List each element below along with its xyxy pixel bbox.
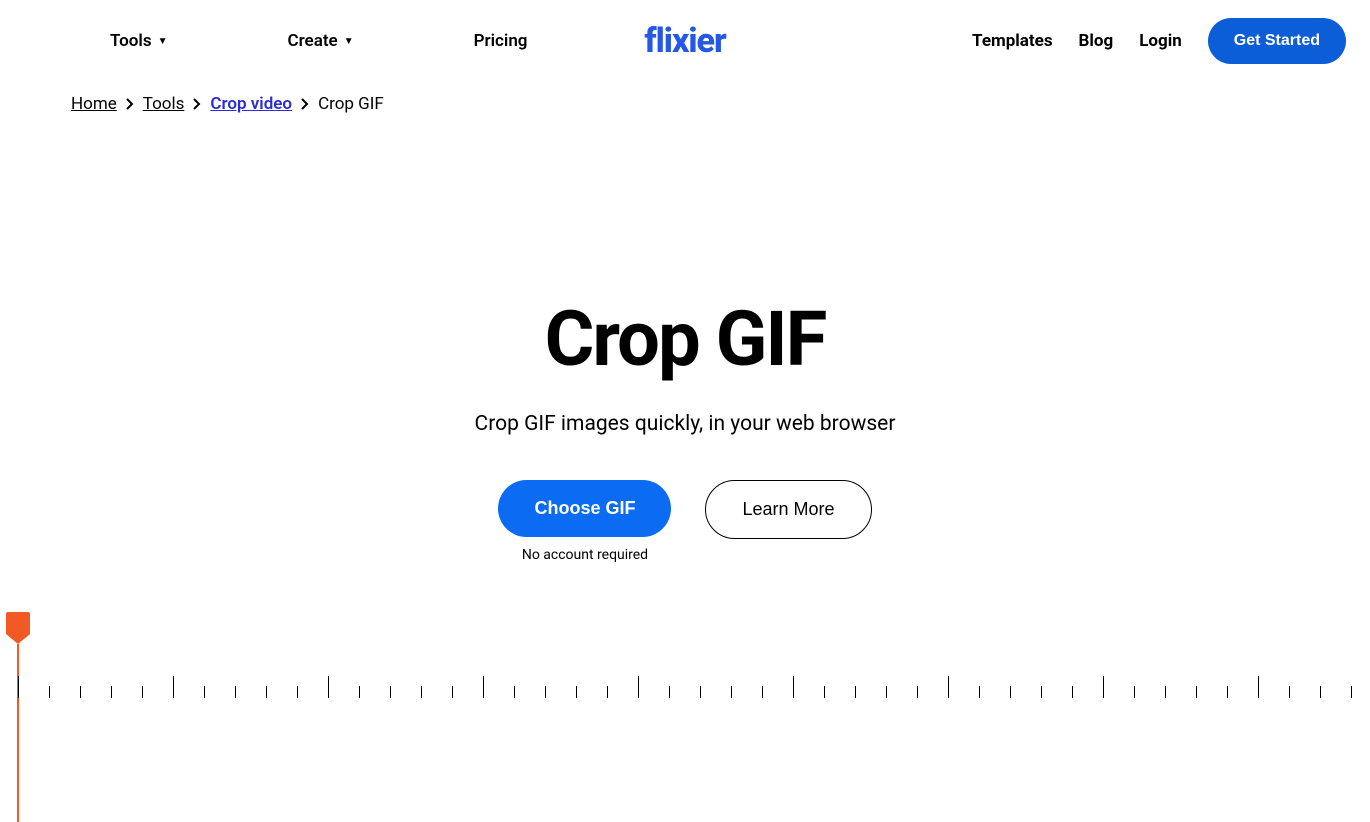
nav-tools-dropdown[interactable]: Tools ▼ (110, 31, 167, 51)
timeline[interactable] (0, 612, 1370, 822)
nav-create-label: Create (287, 31, 337, 51)
page-subtitle: Crop GIF images quickly, in your web bro… (0, 412, 1370, 436)
ruler-tick (514, 686, 515, 698)
ruler-tick (80, 686, 81, 698)
breadcrumb-tools[interactable]: Tools (143, 94, 185, 114)
ruler-tick (49, 686, 50, 698)
breadcrumb-current: Crop GIF (318, 94, 384, 114)
ruler-tick (297, 686, 298, 698)
ruler-tick (1134, 686, 1135, 698)
nav-tools-label: Tools (110, 31, 152, 51)
ruler-tick (824, 686, 825, 698)
ruler-tick (979, 686, 980, 698)
ruler-tick (917, 686, 918, 698)
ruler-tick (142, 686, 143, 698)
logo[interactable]: flixier (644, 21, 725, 61)
ruler-tick (1351, 686, 1352, 698)
playhead-line (17, 644, 19, 822)
page-title: Crop GIF (0, 294, 1370, 384)
ruler-tick (886, 686, 887, 698)
choose-gif-button[interactable]: Choose GIF (498, 480, 671, 537)
caret-down-icon: ▼ (158, 36, 168, 47)
nav-pricing-label: Pricing (474, 31, 528, 51)
ruler-tick (638, 676, 639, 698)
ruler-tick (1320, 686, 1321, 698)
nav-pricing-link[interactable]: Pricing (474, 31, 528, 51)
ruler-tick (421, 686, 422, 698)
ruler-tick (1103, 676, 1104, 698)
playhead-handle[interactable] (6, 612, 30, 634)
ruler-tick (1165, 686, 1166, 698)
nav-login-link[interactable]: Login (1139, 31, 1182, 51)
chevron-right-icon (300, 97, 310, 111)
ruler-tick (18, 676, 19, 698)
caret-down-icon: ▼ (344, 36, 354, 47)
nav-create-dropdown[interactable]: Create ▼ (287, 31, 353, 51)
learn-more-button[interactable]: Learn More (705, 480, 871, 539)
ruler-tick (607, 686, 608, 698)
ruler-tick (328, 676, 329, 698)
hero-section: Crop GIF Crop GIF images quickly, in you… (0, 294, 1370, 563)
breadcrumb-crop-video[interactable]: Crop video (210, 94, 292, 114)
nav-templates-link[interactable]: Templates (972, 31, 1053, 51)
ruler-tick (235, 686, 236, 698)
chevron-right-icon (125, 97, 135, 111)
ruler-tick (390, 686, 391, 698)
ruler-tick (1010, 686, 1011, 698)
ruler-tick (576, 686, 577, 698)
ruler-tick (483, 676, 484, 698)
ruler-tick (545, 686, 546, 698)
ruler-tick (669, 686, 670, 698)
ruler-tick (1196, 686, 1197, 698)
ruler-tick (731, 686, 732, 698)
get-started-button[interactable]: Get Started (1208, 18, 1346, 64)
ruler-tick (762, 686, 763, 698)
ruler-tick (855, 686, 856, 698)
ruler-tick (452, 686, 453, 698)
ruler-tick (173, 676, 174, 698)
ruler-tick (700, 686, 701, 698)
breadcrumb-home[interactable]: Home (71, 94, 117, 114)
ruler-tick (948, 676, 949, 698)
ruler-tick (204, 686, 205, 698)
ruler-tick (1041, 686, 1042, 698)
ruler-tick (1072, 686, 1073, 698)
ruler-tick (1258, 676, 1259, 698)
ruler-tick (359, 686, 360, 698)
ruler-tick (793, 676, 794, 698)
ruler-tick (1289, 686, 1290, 698)
no-account-note: No account required (522, 547, 648, 563)
nav-blog-link[interactable]: Blog (1079, 31, 1114, 51)
breadcrumb: Home Tools Crop video Crop GIF (0, 82, 1370, 114)
ruler-tick (1227, 686, 1228, 698)
ruler-tick (111, 686, 112, 698)
timeline-ruler[interactable] (0, 674, 1370, 698)
chevron-right-icon (192, 97, 202, 111)
ruler-tick (266, 686, 267, 698)
